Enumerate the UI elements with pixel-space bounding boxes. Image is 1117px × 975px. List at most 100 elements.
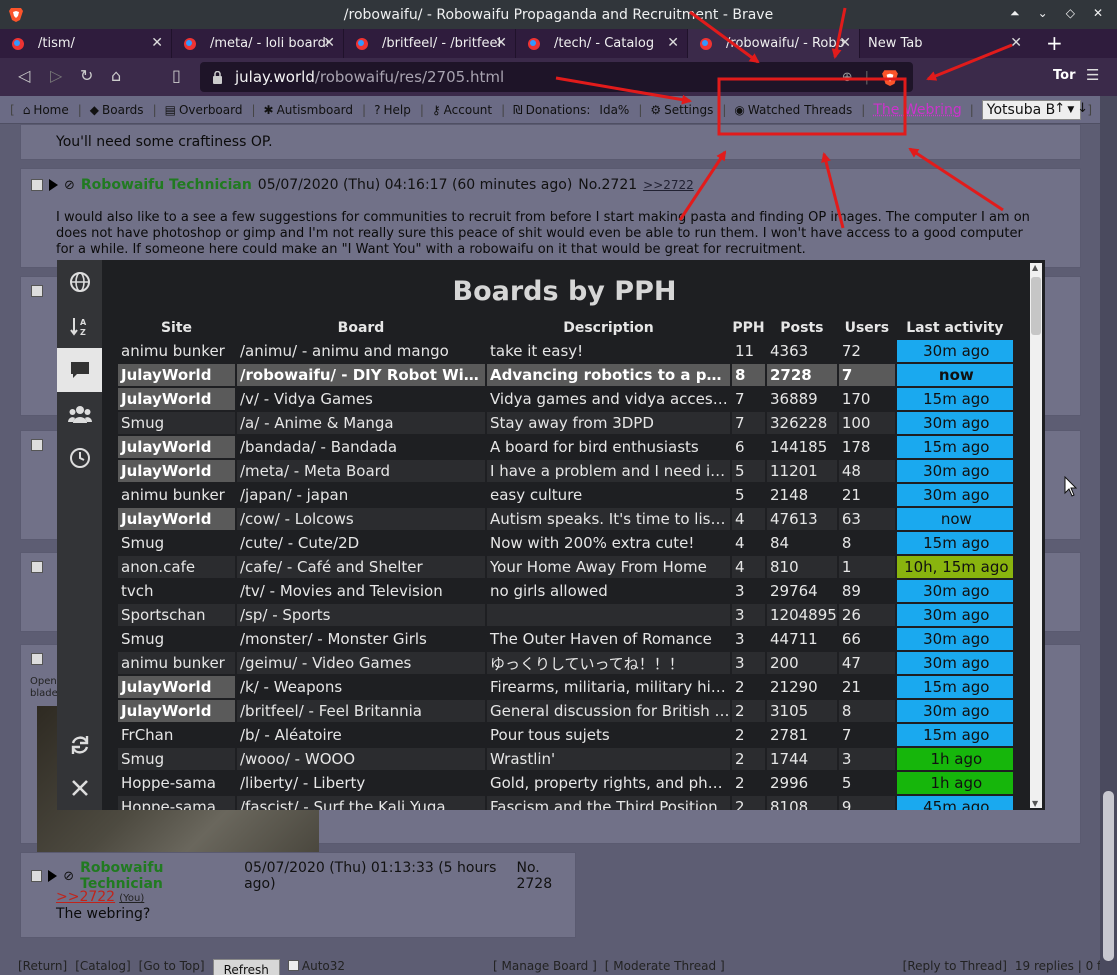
close-icon[interactable] — [57, 766, 102, 810]
tab-tism[interactable]: /tism/ ✕ — [0, 29, 172, 58]
board-row[interactable]: JulayWorld/robowaifu/ - DIY Robot Wives A… — [118, 364, 1013, 386]
board-name[interactable]: /monster/ - Monster Girls — [237, 628, 485, 650]
col-header-description[interactable]: Description — [487, 318, 730, 338]
board-name[interactable]: /robowaifu/ - DIY Robot Wives — [237, 364, 485, 386]
board-site[interactable]: FrChan — [118, 724, 235, 746]
board-row[interactable]: anon.cafe/cafe/ - Café and Shelter Your H… — [118, 556, 1013, 578]
nav-settings[interactable]: ⚙ Settings — [650, 103, 713, 117]
back-icon[interactable]: ◁ — [18, 66, 30, 85]
board-site[interactable]: Smug — [118, 532, 235, 554]
board-name[interactable]: /cafe/ - Café and Shelter — [237, 556, 485, 578]
nav-help[interactable]: ? Help — [374, 103, 411, 117]
hide-icon[interactable]: ⊘ — [63, 869, 74, 884]
board-name[interactable]: /geimu/ - Video Games — [237, 652, 485, 674]
board-site[interactable]: JulayWorld — [118, 700, 235, 722]
moderate-thread-link[interactable]: [ Moderate Thread ] — [605, 959, 725, 973]
sort-az-icon[interactable]: AZ — [57, 304, 102, 348]
reply-thread-link[interactable]: [Reply to Thread] — [903, 959, 1007, 973]
post-menu-icon[interactable] — [49, 179, 58, 191]
board-name[interactable]: /a/ - Anime & Manga — [237, 412, 485, 434]
zoom-icon[interactable]: ⊕ — [842, 70, 853, 85]
board-name[interactable]: /tv/ - Movies and Television — [237, 580, 485, 602]
board-name[interactable]: /b/ - Aléatoire — [237, 724, 485, 746]
clock-icon[interactable] — [57, 436, 102, 480]
board-site[interactable]: Hoppe-sama — [118, 772, 235, 794]
comment-icon[interactable] — [57, 348, 102, 392]
tab-close-icon[interactable]: ✕ — [495, 35, 507, 51]
post-number[interactable]: No. 2728 — [516, 860, 575, 892]
board-site[interactable]: JulayWorld — [118, 508, 235, 530]
page-scrollbar[interactable] — [1100, 96, 1117, 975]
board-site[interactable]: JulayWorld — [118, 436, 235, 458]
col-header-board[interactable]: Board — [237, 318, 485, 338]
tab-robowaifu[interactable]: /robowaifu/ - Robo ✕ — [688, 29, 860, 58]
board-site[interactable]: Smug — [118, 748, 235, 770]
scroll-up-icon[interactable]: ↑ — [1054, 101, 1065, 116]
board-site[interactable]: JulayWorld — [118, 388, 235, 410]
tab-new-tab[interactable]: New Tab ✕ — [860, 29, 1030, 58]
board-row[interactable]: animu bunker/japan/ - japan easy culture 5… — [118, 484, 1013, 506]
maximize-icon[interactable]: ◇ — [1066, 6, 1075, 21]
hide-icon[interactable]: ⊘ — [64, 178, 75, 193]
board-row[interactable]: Sportschan/sp/ - Sports 3 1204895 26 30m ago — [118, 604, 1013, 626]
brave-shields-icon[interactable] — [881, 68, 899, 86]
board-row[interactable]: JulayWorld/v/ - Vidya Games Vidya games a… — [118, 388, 1013, 410]
board-name[interactable]: /k/ - Weapons — [237, 676, 485, 698]
nav-ida[interactable]: Ida% — [599, 103, 629, 117]
board-name[interactable]: /v/ - Vidya Games — [237, 388, 485, 410]
board-row[interactable]: JulayWorld/britfeel/ - Feel Britannia Gen… — [118, 700, 1013, 722]
return-link[interactable]: [Return] — [18, 959, 67, 973]
board-site[interactable]: Smug — [118, 628, 235, 650]
board-site[interactable]: tvch — [118, 580, 235, 602]
bookmark-icon[interactable]: ▯ — [172, 66, 181, 85]
col-header-pph[interactable]: PPH — [732, 318, 765, 338]
board-name[interactable]: /meta/ - Meta Board — [237, 460, 485, 482]
tab-close-icon[interactable]: ✕ — [667, 35, 679, 51]
board-row[interactable]: animu bunker/animu/ - animu and mango tak… — [118, 340, 1013, 362]
col-header-users[interactable]: Users — [839, 318, 895, 338]
post-checkbox[interactable] — [31, 870, 43, 882]
board-row[interactable]: animu bunker/geimu/ - Video Games ゆっくりしてい… — [118, 652, 1013, 674]
quote-link[interactable]: >>2722 — [56, 889, 115, 905]
post-checkbox[interactable] — [31, 285, 43, 297]
board-site[interactable]: JulayWorld — [118, 364, 235, 386]
tab-close-icon[interactable]: ✕ — [1010, 35, 1022, 51]
post-checkbox[interactable] — [31, 561, 43, 573]
forward-icon[interactable]: ▷ — [50, 66, 62, 85]
tab-meta[interactable]: /meta/ - loli boards ✕ — [172, 29, 344, 58]
board-site[interactable]: Sportschan — [118, 604, 235, 626]
new-tab-plus-icon[interactable]: + — [1046, 31, 1063, 55]
keep-above-icon[interactable]: ⏶ — [1010, 6, 1020, 21]
post-checkbox[interactable] — [31, 179, 43, 191]
board-name[interactable]: /japan/ - japan — [237, 484, 485, 506]
nav-webring[interactable]: The Webring — [873, 102, 961, 118]
col-header-last-activity[interactable]: Last activity — [897, 318, 1013, 338]
tab-close-icon[interactable]: ✕ — [151, 35, 163, 51]
board-site[interactable]: animu bunker — [118, 652, 235, 674]
board-row[interactable]: Smug/cute/ - Cute/2D Now with 200% extra … — [118, 532, 1013, 554]
board-name[interactable]: /animu/ - animu and mango — [237, 340, 485, 362]
board-row[interactable]: JulayWorld/bandada/ - Bandada A board for… — [118, 436, 1013, 458]
board-name[interactable]: /fascist/ - Surf the Kali Yuga — [237, 796, 485, 810]
board-name[interactable]: /wooo/ - WOOO — [237, 748, 485, 770]
home-icon[interactable]: ⌂ — [111, 66, 121, 85]
menu-icon[interactable]: ☰ — [1086, 66, 1099, 84]
catalog-link[interactable]: [Catalog] — [75, 959, 130, 973]
nav-home[interactable]: ⌂ Home — [23, 103, 69, 117]
manage-board-link[interactable]: [ Manage Board ] — [493, 959, 597, 973]
post-checkbox[interactable] — [31, 439, 43, 451]
board-row[interactable]: Hoppe-sama/fascist/ - Surf the Kali Yuga… — [118, 796, 1013, 810]
board-row[interactable]: JulayWorld/k/ - Weapons Firearms, militar… — [118, 676, 1013, 698]
post-checkbox[interactable] — [31, 653, 43, 665]
board-site[interactable]: JulayWorld — [118, 676, 235, 698]
nav-autismboard[interactable]: ✱ Autismboard — [264, 103, 354, 117]
tab-tech[interactable]: /tech/ - Catalog ✕ — [516, 29, 688, 58]
board-site[interactable]: animu bunker — [118, 340, 235, 362]
board-site[interactable]: Smug — [118, 412, 235, 434]
board-site[interactable]: anon.cafe — [118, 556, 235, 578]
nav-account[interactable]: ⚷ Account — [432, 103, 492, 117]
globe-icon[interactable] — [57, 260, 102, 304]
tor-button[interactable]: Tor — [1053, 68, 1075, 83]
board-row[interactable]: Smug/monster/ - Monster Girls The Outer H… — [118, 628, 1013, 650]
board-site[interactable]: Hoppe-sama — [118, 796, 235, 810]
